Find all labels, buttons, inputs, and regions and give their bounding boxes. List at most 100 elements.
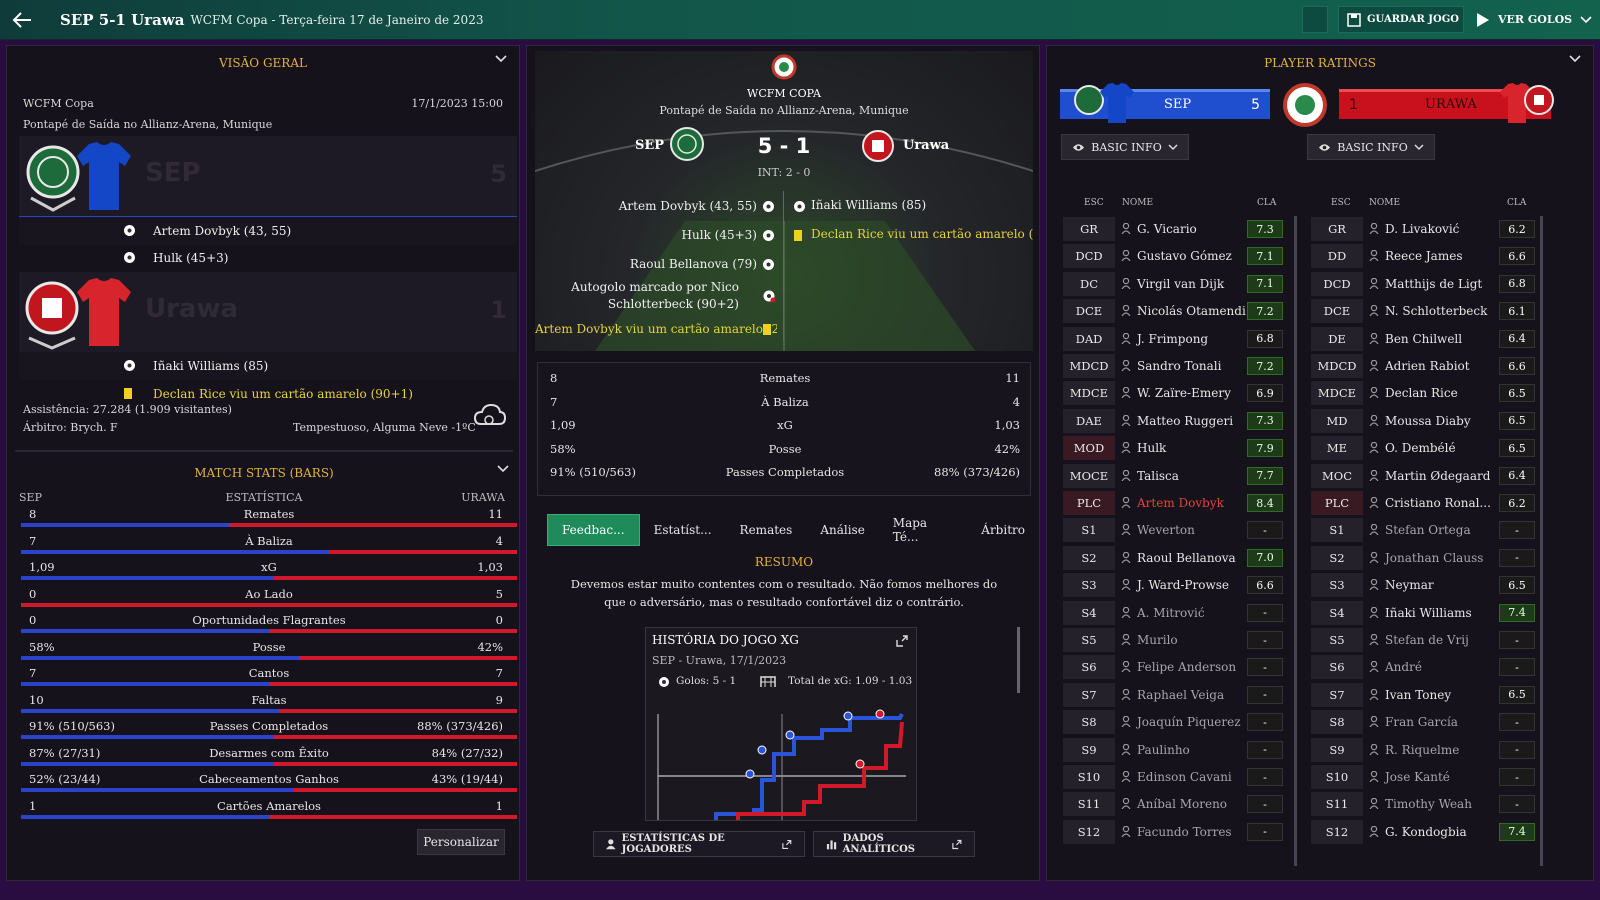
view-goals-button[interactable]: VER GOLOS — [1476, 6, 1592, 33]
tab-2[interactable]: Remates — [726, 514, 807, 546]
player-name[interactable]: Edinson Cavani — [1137, 770, 1232, 784]
player-name[interactable]: J. Frimpong — [1137, 332, 1208, 346]
player-name[interactable]: Declan Rice — [1385, 386, 1458, 400]
player-row[interactable]: S9 Paulinho - — [1063, 737, 1299, 765]
player-row[interactable]: S10 Edinson Cavani - — [1063, 765, 1299, 792]
player-name[interactable]: Joaquín Piquerez — [1137, 715, 1241, 729]
player-name[interactable]: Jose Kanté — [1385, 770, 1450, 784]
player-row[interactable]: S9 R. Riquelme - — [1311, 737, 1547, 765]
player-name[interactable]: Hulk — [1137, 441, 1166, 455]
player-name[interactable]: Ben Chilwell — [1385, 332, 1462, 346]
toolbar-square-button[interactable] — [1302, 6, 1328, 33]
player-row[interactable]: MOD Hulk 7.9 — [1063, 436, 1299, 463]
player-name[interactable]: Paulinho — [1137, 743, 1190, 757]
player-row[interactable]: MDCE Declan Rice 6.5 — [1311, 381, 1547, 408]
player-name[interactable]: N. Schlotterbeck — [1385, 304, 1487, 318]
player-name[interactable]: R. Riquelme — [1385, 743, 1459, 757]
player-row[interactable]: MDCD Sandro Tonali 7.2 — [1063, 354, 1299, 381]
player-row[interactable]: S12 G. Kondogbia 7.4 — [1311, 819, 1547, 847]
player-row[interactable]: S6 André - — [1311, 655, 1547, 682]
player-row[interactable]: S11 Aníbal Moreno - — [1063, 792, 1299, 819]
player-row[interactable]: MD Moussa Diaby 6.5 — [1311, 408, 1547, 436]
tab-1[interactable]: Estatíst... — [640, 514, 726, 546]
away-col-pos[interactable]: ESC — [1331, 198, 1351, 208]
player-row[interactable]: S4 Iñaki Williams 7.4 — [1311, 600, 1547, 628]
player-row[interactable]: DAE Matteo Ruggeri 7.3 — [1063, 408, 1299, 436]
player-ratings-header[interactable]: PLAYER RATINGS — [1047, 46, 1593, 80]
match-stats-header[interactable]: MATCH STATS (BARS) — [7, 456, 521, 490]
back-button[interactable] — [0, 0, 44, 40]
player-row[interactable]: DE Ben Chilwell 6.4 — [1311, 326, 1547, 354]
player-name[interactable]: Matthijs de Ligt — [1385, 277, 1482, 291]
player-name[interactable]: Jonathan Clauss — [1385, 551, 1483, 565]
player-row[interactable]: S1 Weverton - — [1063, 518, 1299, 545]
player-name[interactable]: Nicolás Otamendi — [1137, 304, 1246, 318]
player-name[interactable]: Murilo — [1137, 633, 1178, 647]
home-col-pos[interactable]: ESC — [1084, 198, 1104, 208]
xg-scrollbar[interactable] — [1017, 627, 1020, 693]
player-name[interactable]: Stefan Ortega — [1385, 523, 1471, 537]
referee-text[interactable]: Árbitro: Brych. F — [23, 421, 118, 434]
player-row[interactable]: DCD Gustavo Gómez 7.1 — [1063, 244, 1299, 271]
player-row[interactable]: S1 Stefan Ortega - — [1311, 518, 1547, 545]
player-row[interactable]: S5 Murilo - — [1063, 628, 1299, 655]
player-stats-button[interactable]: ESTATÍSTICAS DE JOGADORES — [593, 831, 805, 857]
player-name[interactable]: Raoul Bellanova — [1137, 551, 1236, 565]
player-row[interactable]: DAD J. Frimpong 6.8 — [1063, 326, 1299, 354]
player-name[interactable]: A. Mitrović — [1137, 606, 1205, 620]
analytics-button[interactable]: DADOS ANALÍTICOS — [813, 831, 975, 857]
player-name[interactable]: G. Vicario — [1137, 222, 1197, 236]
player-row[interactable]: S8 Fran García - — [1311, 710, 1547, 737]
player-row[interactable]: S2 Jonathan Clauss - — [1311, 545, 1547, 573]
player-name[interactable]: Moussa Diaby — [1385, 414, 1471, 428]
player-name[interactable]: Cristiano Ronal... — [1385, 496, 1491, 510]
player-row[interactable]: DCD Matthijs de Ligt 6.8 — [1311, 271, 1547, 299]
player-name[interactable]: Aníbal Moreno — [1137, 797, 1227, 811]
player-name[interactable]: W. Zaïre-Emery — [1137, 386, 1231, 400]
player-row[interactable]: S12 Facundo Torres - — [1063, 819, 1299, 847]
away-col-rating[interactable]: CLA — [1507, 198, 1526, 208]
player-name[interactable]: O. Dembélé — [1385, 441, 1456, 455]
player-name[interactable]: Artem Dovbyk — [1137, 496, 1224, 510]
player-name[interactable]: Matteo Ruggeri — [1137, 414, 1233, 428]
player-row[interactable]: S11 Timothy Weah - — [1311, 792, 1547, 819]
overview-header[interactable]: VISÃO GERAL — [7, 46, 519, 80]
player-name[interactable]: Virgil van Dijk — [1137, 277, 1224, 291]
away-basic-info-dropdown[interactable]: BASIC INFO — [1307, 134, 1435, 160]
player-name[interactable]: Timothy Weah — [1385, 797, 1472, 811]
player-name[interactable]: Ivan Toney — [1385, 688, 1451, 702]
player-row[interactable]: MDCD Adrien Rabiot 6.6 — [1311, 354, 1547, 381]
player-name[interactable]: G. Kondogbia — [1385, 825, 1467, 839]
player-name[interactable]: André — [1385, 660, 1422, 674]
player-row[interactable]: S4 A. Mitrović - — [1063, 600, 1299, 628]
tab-5[interactable]: Árbitro — [967, 514, 1039, 546]
player-row[interactable]: S10 Jose Kanté - — [1311, 765, 1547, 792]
player-row[interactable]: S5 Stefan de Vrij - — [1311, 628, 1547, 655]
player-name[interactable]: J. Ward-Prowse — [1137, 578, 1229, 592]
player-row[interactable]: DCE Nicolás Otamendi 7.2 — [1063, 299, 1299, 326]
player-row[interactable]: S8 Joaquín Piquerez - — [1063, 710, 1299, 737]
home-team-row[interactable]: SEP 5 — [19, 136, 517, 218]
player-name[interactable]: Reece James — [1385, 249, 1462, 263]
home-col-name[interactable]: NOME — [1122, 198, 1153, 208]
player-row[interactable]: DC Virgil van Dijk 7.1 — [1063, 271, 1299, 299]
player-name[interactable]: D. Livaković — [1385, 222, 1459, 236]
player-name[interactable]: Fran García — [1385, 715, 1458, 729]
player-row[interactable]: S2 Raoul Bellanova 7.0 — [1063, 545, 1299, 573]
tab-0[interactable]: Feedbac... — [547, 514, 640, 546]
player-row[interactable]: S3 Neymar 6.5 — [1311, 573, 1547, 600]
away-col-name[interactable]: NOME — [1369, 198, 1400, 208]
player-row[interactable]: S7 Raphael Veiga - — [1063, 682, 1299, 710]
player-row[interactable]: S7 Ivan Toney 6.5 — [1311, 682, 1547, 710]
player-row[interactable]: ME O. Dembélé 6.5 — [1311, 436, 1547, 463]
player-name[interactable]: Talisca — [1137, 469, 1179, 483]
player-name[interactable]: Felipe Anderson — [1137, 660, 1236, 674]
away-team-row[interactable]: Urawa 1 — [19, 272, 517, 354]
home-col-rating[interactable]: CLA — [1257, 198, 1276, 208]
player-name[interactable]: Sandro Tonali — [1137, 359, 1221, 373]
home-basic-info-dropdown[interactable]: BASIC INFO — [1061, 134, 1189, 160]
player-name[interactable]: Gustavo Gómez — [1137, 249, 1232, 263]
player-name[interactable]: Iñaki Williams — [1385, 606, 1472, 620]
home-list-scrollbar[interactable] — [1294, 216, 1297, 866]
tab-3[interactable]: Análise — [806, 514, 878, 546]
